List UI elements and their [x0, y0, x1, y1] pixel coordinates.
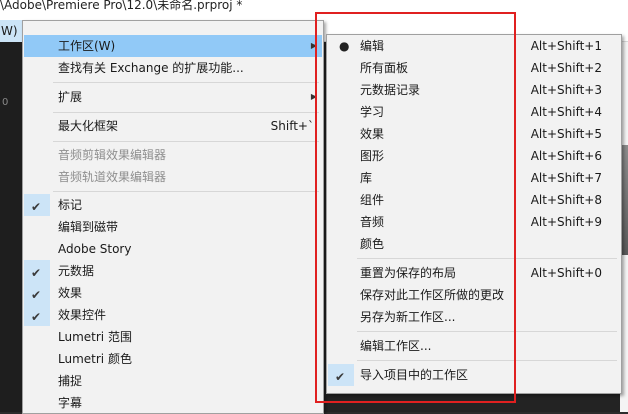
menu-item-captions[interactable]: 字幕 [24, 392, 322, 414]
workspace-item-save-as-new[interactable]: 另存为新工作区... [328, 306, 620, 328]
workspace-submenu: ● 编辑 Alt+Shift+1 所有面板 Alt+Shift+2 元数据记录 … [326, 34, 622, 394]
workspace-item-import-from-project[interactable]: ✔ 导入项目中的工作区 [328, 364, 620, 386]
menu-item-find-exchange[interactable]: 查找有关 Exchange 的扩展功能... [24, 57, 322, 79]
window-menu: 工作区(W) ▶ 查找有关 Exchange 的扩展功能... 扩展 ▶ 最大化… [22, 20, 324, 414]
submenu-arrow-icon: ▶ [310, 92, 317, 101]
menu-item-workspace[interactable]: 工作区(W) ▶ [24, 35, 322, 57]
workspace-item-metadata-logging[interactable]: 元数据记录 Alt+Shift+3 [328, 79, 620, 101]
menu-item-markers[interactable]: ✔ 标记 [24, 194, 322, 216]
menu-item-audio-clip-effect-editor: 音频剪辑效果编辑器 [58, 148, 167, 162]
menu-item-lumetri-scopes[interactable]: Lumetri 范围 [24, 326, 322, 348]
workspace-item-learning[interactable]: 学习 Alt+Shift+4 [328, 101, 620, 123]
checkmark-icon: ✔ [31, 288, 42, 302]
menu-separator [357, 331, 617, 332]
window-title-bar: \Adobe\Premiere Pro\12.0\未命名.prproj * [0, 0, 628, 20]
menu-item-audio-track-effect-editor: 音频轨道效果编辑器 [58, 170, 167, 184]
menu-item-capture[interactable]: 捕捉 [24, 370, 322, 392]
workspace-item-audio[interactable]: 音频 Alt+Shift+9 [328, 211, 620, 233]
menu-separator [357, 258, 617, 259]
menu-separator [53, 191, 319, 192]
menu-item-edit-to-tape[interactable]: 编辑到磁带 [24, 216, 322, 238]
menu-item-effect-controls[interactable]: ✔ 效果控件 [24, 304, 322, 326]
workspace-item-reset-layout[interactable]: 重置为保存的布局 Alt+Shift+0 [328, 262, 620, 284]
active-bullet-icon: ● [339, 39, 350, 53]
workspace-item-edit-workspaces[interactable]: 编辑工作区... [328, 335, 620, 357]
submenu-arrow-icon: ▶ [310, 41, 317, 50]
workspace-item-color[interactable]: 颜色 [328, 233, 620, 255]
workspace-item-libraries[interactable]: 库 Alt+Shift+7 [328, 167, 620, 189]
workspace-item-save-changes[interactable]: 保存对此工作区所做的更改 [328, 284, 620, 306]
workspace-item-editing[interactable]: ● 编辑 Alt+Shift+1 [328, 35, 620, 57]
workspace-item-assembly[interactable]: 组件 Alt+Shift+8 [328, 189, 620, 211]
checkmark-icon: ✔ [31, 310, 42, 324]
menu-item-adobe-story[interactable]: Adobe Story [24, 238, 322, 260]
panel-number: 0 [2, 97, 9, 108]
checkmark-icon: ✔ [31, 200, 42, 214]
menu-item-lumetri-color[interactable]: Lumetri 颜色 [24, 348, 322, 370]
menu-item-effects[interactable]: ✔ 效果 [24, 282, 322, 304]
workspace-item-graphics[interactable]: 图形 Alt+Shift+6 [328, 145, 620, 167]
menu-separator [357, 360, 617, 361]
checkmark-icon: ✔ [335, 370, 346, 384]
menu-item-maximize-frame[interactable]: 最大化框架 Shift+` [24, 115, 322, 137]
menu-separator [53, 141, 319, 142]
menu-item-extensions[interactable]: 扩展 ▶ [24, 86, 322, 108]
workspace-item-all-panels[interactable]: 所有面板 Alt+Shift+2 [328, 57, 620, 79]
menubar-window-item[interactable]: W) [0, 20, 22, 42]
window-title: \Adobe\Premiere Pro\12.0\未命名.prproj * [0, 0, 243, 12]
menu-item-metadata[interactable]: ✔ 元数据 [24, 260, 322, 282]
workspace-item-effects[interactable]: 效果 Alt+Shift+5 [328, 123, 620, 145]
checkmark-icon: ✔ [31, 266, 42, 280]
menu-separator [53, 112, 319, 113]
menu-separator [53, 82, 319, 83]
left-panel-strip: 0 [0, 42, 24, 412]
